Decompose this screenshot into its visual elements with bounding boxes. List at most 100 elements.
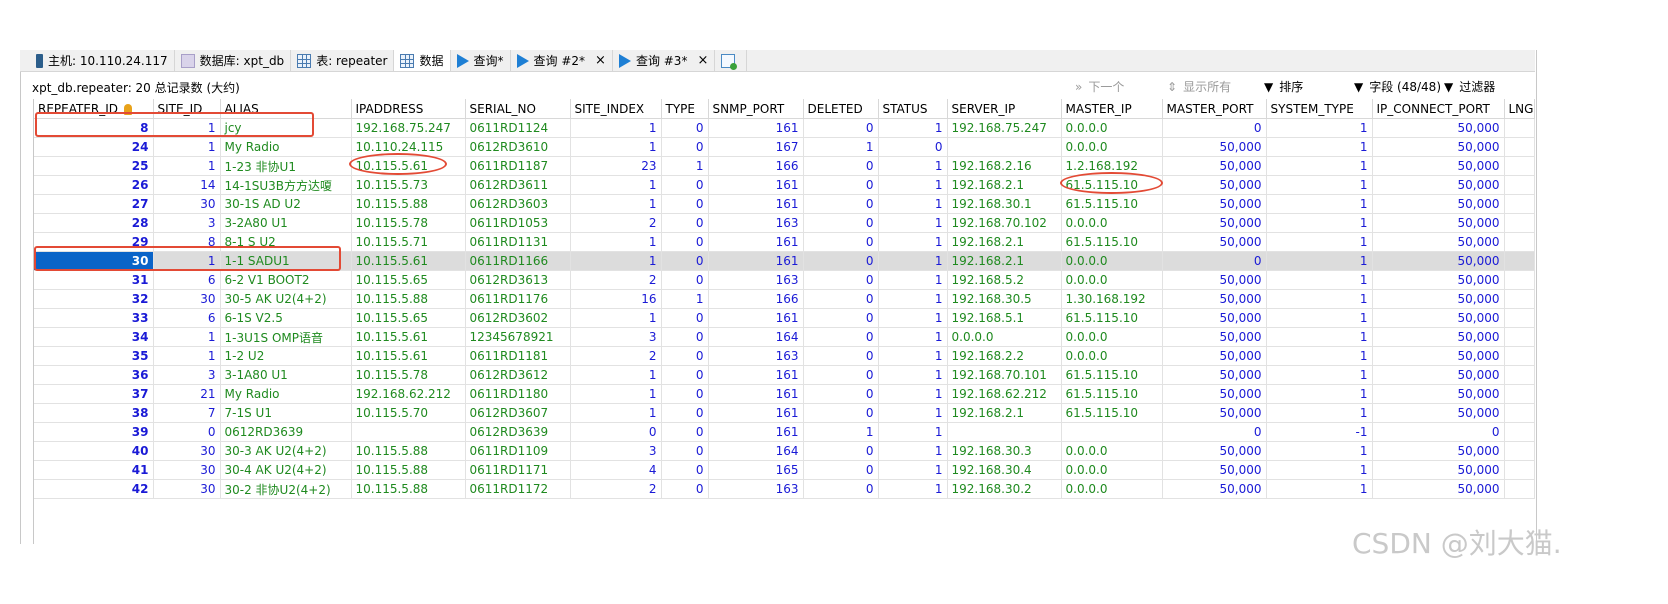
cell-server-ip[interactable]: 192.168.30.5 — [947, 289, 1062, 309]
cell-system-type[interactable]: 1 — [1266, 327, 1373, 347]
tab-0[interactable]: 主机: 10.110.24.117 — [30, 50, 175, 71]
column-header-type[interactable]: TYPE — [661, 99, 709, 119]
cell-repeater-id[interactable]: 34 — [34, 327, 154, 347]
cell-status[interactable]: 1 — [878, 289, 948, 309]
cell-status[interactable]: 1 — [878, 270, 948, 290]
cell-repeater-id[interactable]: 24 — [34, 137, 154, 157]
tab-2[interactable]: 表: repeater — [291, 50, 395, 71]
cell-ipaddress[interactable]: 10.115.5.61 — [351, 251, 466, 271]
cell-site-index[interactable]: 1 — [570, 118, 662, 138]
cell-snmp-port[interactable]: 161 — [708, 251, 804, 271]
cell-status[interactable]: 1 — [878, 308, 948, 328]
cell-ipaddress[interactable] — [351, 422, 466, 442]
cell-repeater-id[interactable]: 33 — [34, 308, 154, 328]
cell-type[interactable]: 0 — [661, 213, 709, 233]
cell-site-id[interactable]: 30 — [153, 441, 221, 461]
cell-status[interactable]: 1 — [878, 346, 948, 366]
column-header-serial-no[interactable]: SERIAL_NO — [465, 99, 571, 119]
column-header-site-index[interactable]: SITE_INDEX — [570, 99, 662, 119]
cell-status[interactable]: 1 — [878, 213, 948, 233]
cell-ip-connect-port[interactable]: 50,000 — [1372, 137, 1505, 157]
cell-deleted[interactable]: 0 — [803, 194, 879, 214]
cell-lng[interactable] — [1504, 175, 1535, 195]
cell-repeater-id[interactable]: 40 — [34, 441, 154, 461]
cell-ipaddress[interactable]: 10.115.5.65 — [351, 308, 466, 328]
cell-repeater-id[interactable]: 28 — [34, 213, 154, 233]
cell-snmp-port[interactable]: 163 — [708, 346, 804, 366]
cell-system-type[interactable]: 1 — [1266, 479, 1373, 499]
cell-lng[interactable] — [1504, 232, 1535, 252]
cell-snmp-port[interactable]: 166 — [708, 156, 804, 176]
cell-type[interactable]: 0 — [661, 479, 709, 499]
cell-alias[interactable]: 1-3U1S OMP语音 — [220, 327, 352, 347]
cell-repeater-id[interactable]: 41 — [34, 460, 154, 480]
cell-alias[interactable]: 30-2 非协U2(4+2) — [220, 479, 352, 499]
cell-type[interactable]: 0 — [661, 460, 709, 480]
cell-repeater-id[interactable]: 32 — [34, 289, 154, 309]
cell-site-index[interactable]: 0 — [570, 422, 662, 442]
cell-site-index[interactable]: 1 — [570, 137, 662, 157]
cell-status[interactable]: 1 — [878, 175, 948, 195]
cell-lng[interactable] — [1504, 270, 1535, 290]
cell-ipaddress[interactable]: 10.115.5.61 — [351, 327, 466, 347]
cell-ipaddress[interactable]: 10.115.5.78 — [351, 365, 466, 385]
sort-button[interactable]: ▼ 排序 — [1264, 78, 1303, 95]
cell-master-port[interactable]: 50,000 — [1162, 346, 1267, 366]
cell-master-ip[interactable]: 0.0.0.0 — [1061, 213, 1163, 233]
cell-master-port[interactable]: 50,000 — [1162, 270, 1267, 290]
cell-alias[interactable]: My Radio — [220, 384, 352, 404]
cell-lng[interactable] — [1504, 289, 1535, 309]
cell-type[interactable]: 0 — [661, 441, 709, 461]
cell-type[interactable]: 0 — [661, 384, 709, 404]
cell-ip-connect-port[interactable]: 50,000 — [1372, 156, 1505, 176]
cell-snmp-port[interactable]: 163 — [708, 213, 804, 233]
cell-master-port[interactable]: 0 — [1162, 251, 1267, 271]
cell-repeater-id[interactable]: 27 — [34, 194, 154, 214]
table-row[interactable]: 37 21 My Radio 192.168.62.212 0611RD1180 1 0 16… — [34, 384, 1535, 404]
cell-status[interactable]: 1 — [878, 327, 948, 347]
cell-master-ip[interactable]: 0.0.0.0 — [1061, 251, 1163, 271]
column-header-snmp-port[interactable]: SNMP_PORT — [708, 99, 804, 119]
cell-master-port[interactable]: 50,000 — [1162, 194, 1267, 214]
cell-type[interactable]: 0 — [661, 403, 709, 423]
cell-system-type[interactable]: 1 — [1266, 137, 1373, 157]
cell-ipaddress[interactable]: 10.115.5.88 — [351, 289, 466, 309]
cell-lng[interactable] — [1504, 441, 1535, 461]
cell-server-ip[interactable]: 192.168.5.2 — [947, 270, 1062, 290]
cell-ipaddress[interactable]: 10.115.5.61 — [351, 346, 466, 366]
cell-serial-no[interactable]: 0611RD1171 — [465, 460, 571, 480]
cell-site-id[interactable]: 30 — [153, 289, 221, 309]
cell-master-ip[interactable] — [1061, 422, 1163, 442]
cell-lng[interactable] — [1504, 137, 1535, 157]
cell-ipaddress[interactable]: 10.115.5.70 — [351, 403, 466, 423]
cell-snmp-port[interactable]: 161 — [708, 422, 804, 442]
cell-deleted[interactable]: 1 — [803, 422, 879, 442]
cell-status[interactable]: 1 — [878, 194, 948, 214]
cell-server-ip[interactable]: 192.168.2.1 — [947, 251, 1062, 271]
cell-alias[interactable]: 3-2A80 U1 — [220, 213, 352, 233]
cell-master-port[interactable]: 50,000 — [1162, 308, 1267, 328]
cell-ip-connect-port[interactable]: 50,000 — [1372, 270, 1505, 290]
cell-snmp-port[interactable]: 161 — [708, 232, 804, 252]
cell-system-type[interactable]: 1 — [1266, 289, 1373, 309]
cell-deleted[interactable]: 0 — [803, 232, 879, 252]
cell-site-id[interactable]: 1 — [153, 346, 221, 366]
cell-ipaddress[interactable]: 192.168.75.247 — [351, 118, 466, 138]
cell-lng[interactable] — [1504, 479, 1535, 499]
table-row[interactable]: 33 6 6-1S V2.5 10.115.5.65 0612RD3602 1 0 161 0 1… — [34, 308, 1535, 328]
cell-server-ip[interactable] — [947, 137, 1062, 157]
cell-type[interactable]: 0 — [661, 251, 709, 271]
cell-master-ip[interactable]: 1.30.168.192 — [1061, 289, 1163, 309]
cell-deleted[interactable]: 0 — [803, 175, 879, 195]
cell-server-ip[interactable]: 0.0.0.0 — [947, 327, 1062, 347]
cell-system-type[interactable]: 1 — [1266, 308, 1373, 328]
cell-type[interactable]: 0 — [661, 232, 709, 252]
table-row[interactable]: 27 30 30-1S AD U2 10.115.5.88 0612RD3603 1 0 16… — [34, 194, 1535, 214]
cell-ip-connect-port[interactable]: 50,000 — [1372, 327, 1505, 347]
cell-status[interactable]: 1 — [878, 251, 948, 271]
cell-site-id[interactable]: 3 — [153, 213, 221, 233]
cell-repeater-id[interactable]: 39 — [34, 422, 154, 442]
cell-alias[interactable]: 30-5 AK U2(4+2) — [220, 289, 352, 309]
cell-snmp-port[interactable]: 161 — [708, 308, 804, 328]
show-all-button[interactable]: ⇕ 显示所有 — [1167, 78, 1231, 95]
